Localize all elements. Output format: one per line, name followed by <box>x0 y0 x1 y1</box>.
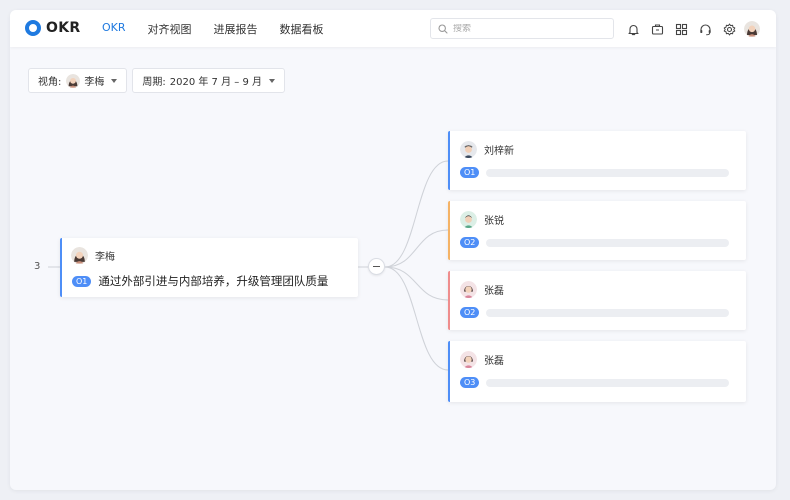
owner-avatar <box>460 141 477 158</box>
child-owner: 张磊 <box>460 351 504 368</box>
objective-count[interactable]: 3 <box>34 261 40 272</box>
child-objective-card[interactable]: 张锐 O2 <box>448 201 746 260</box>
objective-badge: O2 <box>460 237 480 248</box>
avatar-person-icon <box>460 351 477 368</box>
child-connector <box>384 266 449 301</box>
objective-placeholder-bar <box>486 378 730 387</box>
owner-avatar <box>460 351 477 368</box>
owner-name: 张磊 <box>484 286 504 297</box>
avatar-man-icon <box>460 211 477 228</box>
objective-badge: O1 <box>460 167 480 178</box>
avatar-man-icon <box>460 141 477 158</box>
objective-badge: O2 <box>460 307 480 318</box>
child-connector <box>384 229 449 268</box>
child-objective-card[interactable]: 张磊 O3 <box>448 341 746 402</box>
minus-icon <box>373 265 380 268</box>
root-objective-card[interactable]: 李梅 O1 通过外部引进与内部培养，升级管理团队质量 <box>60 238 358 297</box>
objective-placeholder-bar <box>486 168 730 177</box>
owner-avatar <box>71 247 88 264</box>
owner-avatar <box>460 211 477 228</box>
child-owner: 张锐 <box>460 211 504 228</box>
app-window: OKR OKR 对齐视图 进展报告 数据看板 搜索 视角: 李梅 周期: 202… <box>10 10 776 490</box>
owner-name: 李梅 <box>95 252 115 263</box>
owner-avatar <box>460 281 477 298</box>
child-objective-card[interactable]: 刘梓新 O1 <box>448 131 746 190</box>
owner-name: 刘梓新 <box>484 146 514 157</box>
root-owner: 李梅 <box>71 247 115 264</box>
avatar-woman-icon <box>71 247 88 264</box>
objective-row: O3 <box>460 377 730 388</box>
objective-row: O2 <box>460 237 730 248</box>
objective-badge: O3 <box>460 377 480 388</box>
child-connector <box>384 266 449 371</box>
objective-row: O1 通过外部引进与内部培养，升级管理团队质量 <box>72 273 328 289</box>
objective-title: 通过外部引进与内部培养，升级管理团队质量 <box>98 274 329 288</box>
avatar-person-icon <box>460 281 477 298</box>
collapse-toggle-button[interactable] <box>368 258 385 275</box>
objective-badge: O1 <box>72 275 92 287</box>
objective-row: O2 <box>460 307 730 318</box>
child-owner: 张磊 <box>460 281 504 298</box>
child-connector <box>384 160 449 268</box>
objective-placeholder-bar <box>486 238 730 247</box>
objective-row: O1 <box>460 167 730 178</box>
owner-name: 张锐 <box>484 216 504 227</box>
child-objective-card[interactable]: 张磊 O2 <box>448 271 746 330</box>
child-owner: 刘梓新 <box>460 141 514 158</box>
objective-placeholder-bar <box>486 308 730 317</box>
owner-name: 张磊 <box>484 356 504 367</box>
